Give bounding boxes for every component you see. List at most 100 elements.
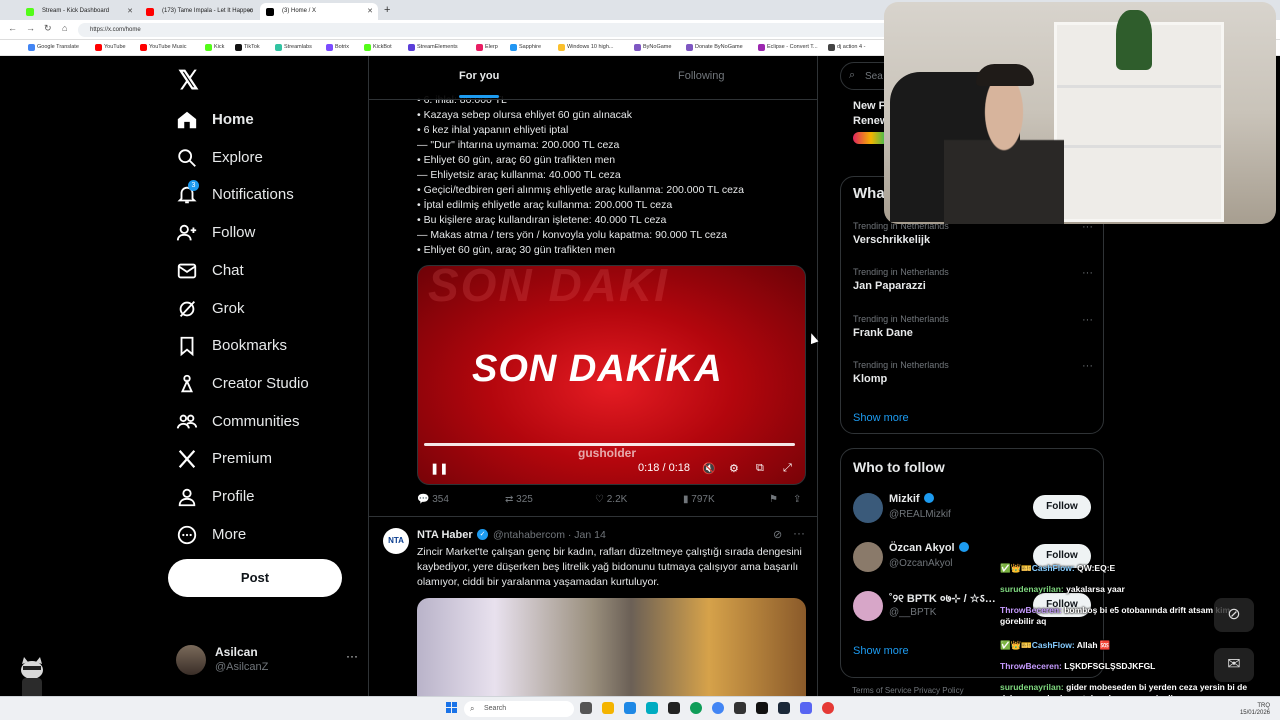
taskbar-search[interactable]: ⌕ Search	[464, 701, 574, 717]
nav-item-more[interactable]: More	[176, 516, 356, 552]
trend-item[interactable]: Trending in Netherlands Verschrikkelijk …	[853, 221, 1093, 261]
bookmark-icon[interactable]: ⚑	[769, 494, 778, 505]
discord-icon[interactable]	[800, 702, 812, 714]
browser-tab-youtube[interactable]: (173) Tame Impala - Let It Happen ✕	[140, 3, 258, 20]
bookmark-item[interactable]: Streamlabs	[275, 44, 312, 51]
repost-button[interactable]: ⇄ 325	[505, 494, 533, 505]
windows-start-icon[interactable]	[446, 702, 458, 714]
tweet-media-image[interactable]	[417, 598, 806, 696]
video-watermark: gusholder	[578, 446, 637, 460]
video-time: 0:18 / 0:18	[638, 462, 690, 474]
views-icon: ▮	[683, 494, 689, 505]
trend-item[interactable]: Trending in Netherlands Klomp ···	[853, 360, 1093, 400]
like-button[interactable]: ♡ 2.2K	[595, 494, 627, 505]
nav-item-explore[interactable]: Explore	[176, 139, 356, 175]
share-icon[interactable]: ⇪	[793, 494, 801, 505]
nav-item-chat[interactable]: Chat	[176, 252, 356, 288]
bookmark-item[interactable]: dj action 4 -	[828, 44, 865, 51]
nav-item-communities[interactable]: Communities	[176, 403, 356, 439]
fullscreen-icon[interactable]: ⤢	[783, 462, 792, 475]
chrome-icon[interactable]	[712, 702, 724, 714]
trend-item[interactable]: Trending in Netherlands Jan Paparazzi ··…	[853, 267, 1093, 307]
browser-tab-kick[interactable]: Stream - Kick Dashboard ✕	[20, 3, 138, 20]
app-icon[interactable]	[734, 702, 746, 714]
bookmark-item[interactable]: Google Translate	[28, 44, 79, 51]
bookmark-item[interactable]: YouTube Music	[140, 44, 187, 51]
app-icon[interactable]	[624, 702, 636, 714]
author-name[interactable]: NTA Haber	[417, 529, 473, 541]
bookmark-item[interactable]: StreamElements	[408, 44, 458, 51]
app-icon[interactable]	[822, 702, 834, 714]
nav-item-home[interactable]: Home	[176, 101, 356, 137]
close-icon[interactable]: ✕	[127, 7, 133, 15]
account-switcher[interactable]: Asilcan @AsilcanZ ···	[176, 643, 358, 679]
more-icon[interactable]: ···	[793, 526, 805, 540]
bookmark-item[interactable]: Botrix	[326, 44, 349, 51]
bookmark-item[interactable]: Eclipse - Convert T...	[758, 44, 818, 51]
picture-in-picture-icon[interactable]: ⧉	[756, 462, 764, 475]
edge-icon[interactable]	[690, 702, 702, 714]
home-browser-icon[interactable]: ⌂	[62, 23, 67, 33]
follow-button[interactable]: Follow	[1033, 495, 1091, 519]
video-progress-bar[interactable]	[424, 443, 795, 446]
profile-icon	[178, 488, 196, 507]
reply-button[interactable]: 💬 354	[417, 494, 449, 505]
new-tab-icon[interactable]: +	[384, 4, 390, 16]
steam-icon[interactable]	[778, 702, 790, 714]
nav-item-bookmarks[interactable]: Bookmarks	[176, 327, 356, 363]
bookmark-item[interactable]: YouTube	[95, 44, 126, 51]
close-icon[interactable]: ✕	[367, 7, 373, 15]
show-more-link[interactable]: Show more	[853, 645, 909, 657]
divider	[369, 516, 817, 517]
pause-icon[interactable]: ❚❚	[430, 462, 448, 475]
system-tray[interactable]: TRQ 15/01/2026	[1200, 703, 1270, 717]
bookmark-item[interactable]: Sapphire	[510, 44, 541, 51]
bookmark-item[interactable]: Elerp	[476, 44, 498, 51]
webcam-overlay	[884, 2, 1276, 224]
url-field[interactable]: https://x.com/home	[78, 23, 898, 37]
grok-icon[interactable]: ⊘	[773, 528, 782, 541]
video-title-text: SON DAKİKA	[472, 348, 723, 390]
bookmark-item[interactable]: KickBot	[364, 44, 392, 51]
app-icon[interactable]	[756, 702, 768, 714]
nav-item-creator-studio[interactable]: Creator Studio	[176, 365, 356, 401]
messages-float-icon[interactable]: ✉	[1214, 648, 1254, 682]
mute-icon[interactable]: 🔇	[702, 462, 716, 475]
tab-following[interactable]: Following	[678, 70, 724, 82]
views-button[interactable]: ▮ 797K	[683, 494, 715, 505]
grok-float-icon[interactable]: ⊘	[1214, 598, 1254, 632]
reload-icon[interactable]: ↻	[44, 23, 52, 34]
nav-item-premium[interactable]: Premium	[176, 440, 356, 476]
nav-item-profile[interactable]: Profile	[176, 478, 356, 514]
nav-item-notifications[interactable]: 3 Notifications	[176, 176, 356, 212]
more-icon[interactable]: ···	[1082, 314, 1093, 326]
more-icon[interactable]: ···	[346, 649, 358, 663]
back-icon[interactable]: ←	[8, 23, 17, 33]
close-icon[interactable]: ✕	[247, 7, 253, 15]
more-icon[interactable]: ···	[1082, 360, 1093, 372]
bookmark-item[interactable]: Kick	[205, 44, 224, 51]
store-icon[interactable]	[646, 702, 658, 714]
bookmark-item[interactable]: TikTok	[235, 44, 260, 51]
avatar[interactable]: NTA	[383, 528, 409, 554]
trend-item[interactable]: Trending in Netherlands Frank Dane ···	[853, 314, 1093, 354]
nav-item-grok[interactable]: Grok	[176, 290, 356, 326]
show-more-link[interactable]: Show more	[853, 412, 909, 424]
file-explorer-icon[interactable]	[602, 702, 614, 714]
follow-suggestion[interactable]: Mizkif @REALMizkif Follow	[853, 493, 1093, 533]
bookmark-item[interactable]: Windows 10 high...	[558, 44, 613, 51]
browser-tab-x-home[interactable]: (3) Home / X ✕	[260, 3, 378, 20]
post-button[interactable]: Post	[168, 559, 342, 597]
tab-for-you[interactable]: For you	[459, 70, 499, 82]
task-view-icon[interactable]	[580, 702, 592, 714]
settings-icon[interactable]: ⚙	[729, 462, 739, 475]
footer-links[interactable]: Terms of Service Privacy Policy	[852, 686, 964, 695]
bookmark-item[interactable]: ByNoGame	[634, 44, 671, 51]
nav-item-follow[interactable]: Follow	[176, 214, 356, 250]
forward-icon[interactable]: →	[26, 23, 35, 33]
x-logo-icon[interactable]: 𝕏	[178, 65, 199, 96]
tweet-video[interactable]: SON DAKİ SON DAKİKA gusholder ❚❚ 0:18 / …	[417, 265, 806, 485]
more-icon[interactable]: ···	[1082, 267, 1093, 279]
app-icon[interactable]	[668, 702, 680, 714]
bookmark-item[interactable]: Donate ByNoGame	[686, 44, 743, 51]
